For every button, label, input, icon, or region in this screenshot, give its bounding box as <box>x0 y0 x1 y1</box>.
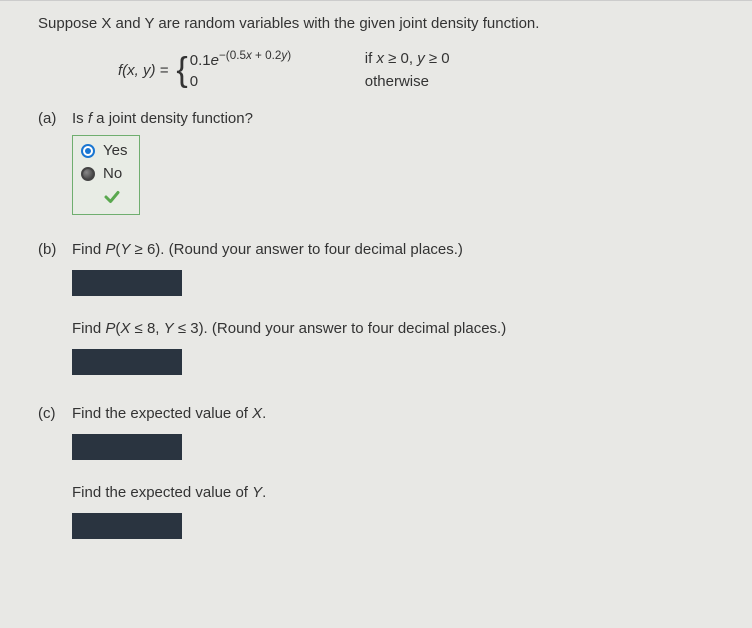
part-a-question: Is f a joint density function? <box>72 110 724 127</box>
case1-expr: 0.1e−(0.5x + 0.2y) <box>190 48 365 71</box>
part-c-q1: Find the expected value of X. <box>72 405 724 422</box>
radio-dot-icon <box>81 144 95 158</box>
formula-cases: 0.1e−(0.5x + 0.2y) if x ≥ 0, y ≥ 0 0 oth… <box>190 48 450 92</box>
part-c-q2-input[interactable] <box>72 513 182 539</box>
part-b-q2: Find P(X ≤ 8, Y ≤ 3). (Round your answer… <box>72 320 724 337</box>
radio-no-label: No <box>103 165 122 182</box>
part-a: (a) Is f a joint density function? Yes N… <box>38 110 724 215</box>
part-b-label: (b) <box>38 241 72 379</box>
density-formula: f(x, y) = { 0.1e−(0.5x + 0.2y) if x ≥ 0,… <box>118 48 724 92</box>
brace-icon: { <box>176 53 187 87</box>
formula-lhs: f(x, y) = <box>118 62 168 79</box>
part-b-q1-input[interactable] <box>72 270 182 296</box>
radio-dot-icon <box>81 167 95 181</box>
part-c-label: (c) <box>38 405 72 543</box>
radio-no[interactable]: No <box>81 165 127 182</box>
case1-cond: if x ≥ 0, y ≥ 0 <box>365 48 450 71</box>
part-b-q1: Find P(Y ≥ 6). (Round your answer to fou… <box>72 241 724 258</box>
radio-yes[interactable]: Yes <box>81 142 127 159</box>
part-c: (c) Find the expected value of X. Find t… <box>38 405 724 543</box>
question-page: Suppose X and Y are random variables wit… <box>0 0 752 628</box>
check-icon <box>103 193 121 210</box>
radio-yes-label: Yes <box>103 142 127 159</box>
part-a-answer-box: Yes No <box>72 135 140 215</box>
part-c-q1-input[interactable] <box>72 434 182 460</box>
case2-expr: 0 <box>190 71 365 92</box>
intro-text: Suppose X and Y are random variables wit… <box>38 15 724 32</box>
part-b: (b) Find P(Y ≥ 6). (Round your answer to… <box>38 241 724 379</box>
part-b-q2-input[interactable] <box>72 349 182 375</box>
part-a-label: (a) <box>38 110 72 215</box>
part-c-q2: Find the expected value of Y. <box>72 484 724 501</box>
case2-cond: otherwise <box>365 71 429 92</box>
